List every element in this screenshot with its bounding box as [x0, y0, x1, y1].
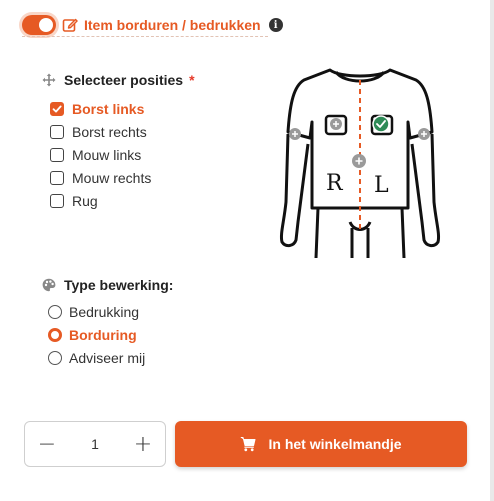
position-option-borst-rechts[interactable]: Borst rechts	[50, 124, 147, 140]
header-divider	[22, 36, 268, 37]
option-label: Borduring	[69, 327, 137, 343]
checkbox-mouw-links[interactable]	[50, 148, 64, 162]
positions-heading: Selecteer posities *	[42, 72, 195, 88]
quantity-value[interactable]: 1	[91, 436, 99, 452]
add-to-cart-button[interactable]: In het winkelmandje	[175, 421, 467, 467]
position-option-borst-links[interactable]: Borst links	[50, 101, 144, 117]
required-mark: *	[189, 72, 195, 88]
cart-icon	[241, 437, 256, 452]
radio-borduring[interactable]	[48, 328, 62, 342]
treatment-title: Type bewerking:	[64, 277, 174, 293]
product-options-panel: Item borduren / bedrukken i Selecteer po…	[0, 0, 494, 501]
increment-button[interactable]: +	[133, 432, 153, 457]
option-label: Borst rechts	[72, 124, 147, 140]
scrollbar-track[interactable]	[490, 0, 494, 501]
treatment-option-borduring[interactable]: Borduring	[48, 327, 137, 343]
position-option-mouw-links[interactable]: Mouw links	[50, 147, 141, 163]
position-option-mouw-rechts[interactable]: Mouw rechts	[50, 170, 151, 186]
decrement-button[interactable]: −	[37, 432, 57, 457]
info-icon[interactable]: i	[268, 18, 283, 32]
option-label: Adviseer mij	[69, 350, 146, 366]
checkbox-borst-links[interactable]	[50, 102, 64, 116]
option-label: Bedrukking	[69, 304, 140, 320]
positions-title: Selecteer posities	[64, 72, 184, 88]
treatment-option-bedrukking[interactable]: Bedrukking	[48, 304, 139, 320]
treatment-heading: Type bewerking:	[42, 277, 173, 293]
selected-marker-left-chest	[372, 115, 390, 133]
position-option-rug[interactable]: Rug	[50, 193, 98, 209]
shirt-diagram: R L	[280, 68, 440, 259]
toggle-knob	[39, 18, 53, 32]
cart-label: In het winkelmandje	[268, 436, 402, 452]
edit-icon	[62, 18, 78, 32]
left-arm	[280, 133, 310, 248]
option-label: Borst links	[72, 101, 145, 117]
checkbox-borst-rechts[interactable]	[50, 125, 64, 139]
right-arm	[410, 133, 440, 248]
radio-bedrukking[interactable]	[48, 305, 62, 319]
letter-left: L	[374, 173, 389, 198]
palette-icon	[42, 278, 56, 292]
quantity-stepper: − 1 +	[24, 421, 166, 467]
embroidery-header: Item borduren / bedrukken i	[22, 12, 283, 38]
radio-adviseer-mij[interactable]	[48, 351, 62, 365]
move-arrows-icon	[42, 73, 56, 87]
checkmark-icon	[52, 105, 62, 113]
checkbox-rug[interactable]	[50, 194, 64, 208]
option-label: Mouw links	[72, 147, 142, 163]
option-label: Mouw rechts	[72, 170, 152, 186]
treatment-option-adviseer-mij[interactable]: Adviseer mij	[48, 350, 145, 366]
option-label: Rug	[72, 193, 98, 209]
embroidery-toggle[interactable]	[22, 15, 56, 35]
letter-right: R	[326, 171, 344, 196]
embroidery-title[interactable]: Item borduren / bedrukken	[84, 17, 261, 33]
checkbox-mouw-rechts[interactable]	[50, 171, 64, 185]
